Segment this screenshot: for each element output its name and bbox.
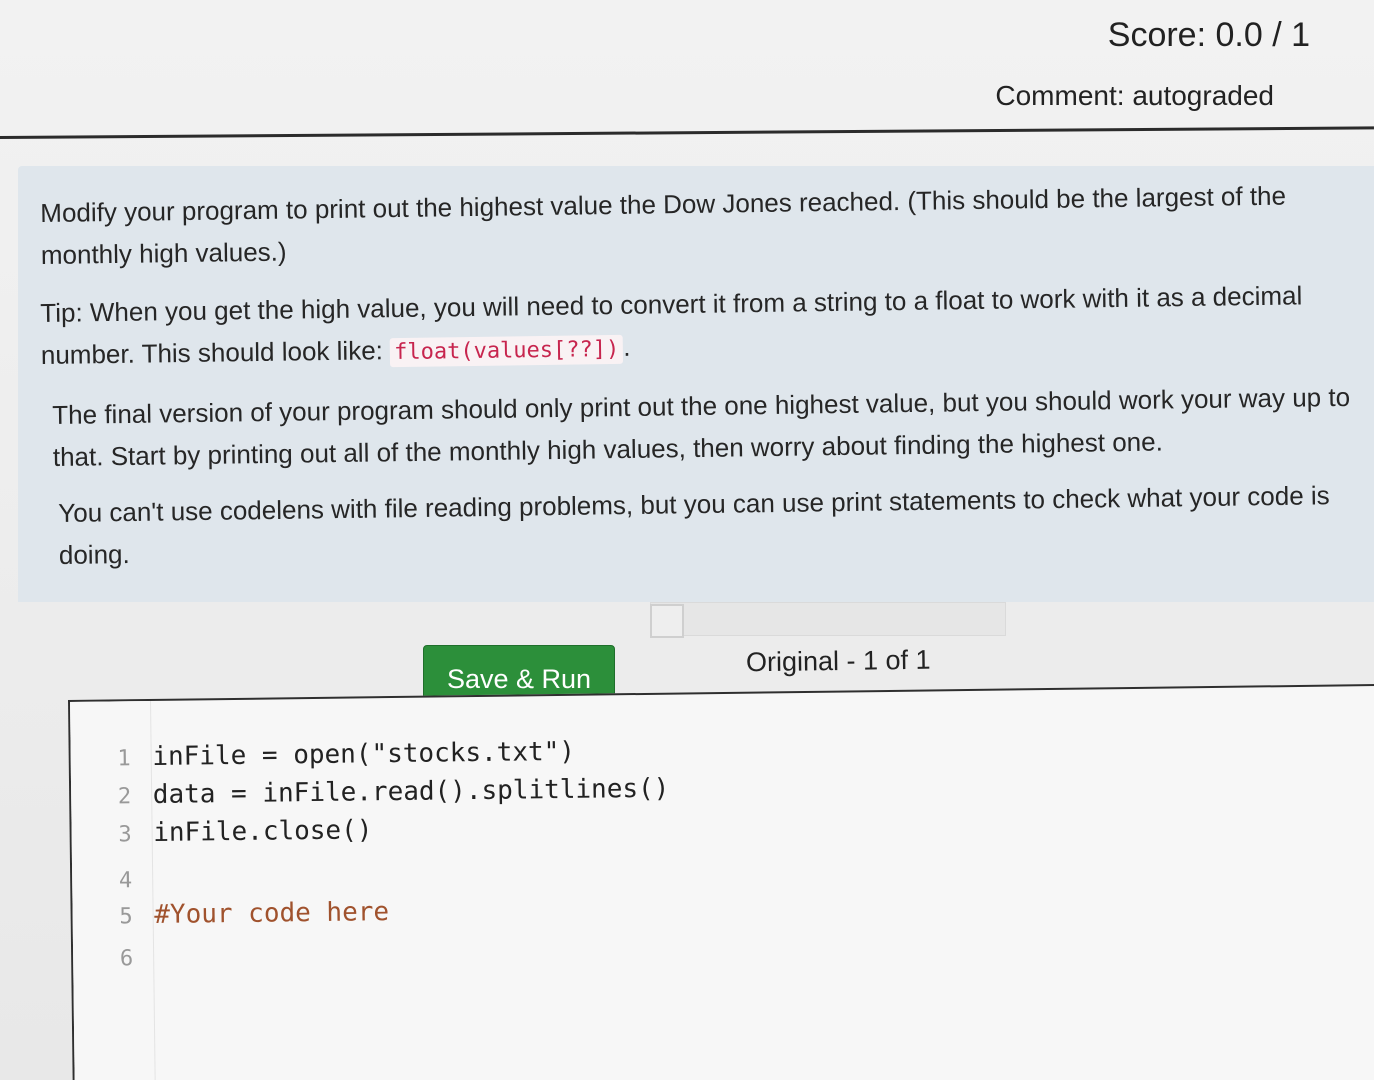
instruction-paragraph-2: Tip: When you get the high value, you wi… xyxy=(40,274,1351,379)
header-divider xyxy=(0,126,1374,139)
inline-code: float(values[??]) xyxy=(389,334,624,368)
code-editor[interactable]: 1 inFile = open("stocks.txt") 2 data = in… xyxy=(68,684,1374,1080)
line-number: 5 xyxy=(119,904,133,930)
code-line[interactable]: 1 inFile = open("stocks.txt") xyxy=(70,734,575,776)
page: Score: 0.0 / 1 Comment: autograded Modif… xyxy=(0,0,1374,1080)
line-number: 4 xyxy=(118,868,133,894)
code-text[interactable]: inFile = open("stocks.txt") xyxy=(137,737,575,772)
tip-period: . xyxy=(623,331,631,362)
instruction-paragraph-4: You can't use codelens with file reading… xyxy=(58,480,1330,570)
history-slider-handle[interactable] xyxy=(650,604,684,638)
tip-text: Tip: When you get the high value, you wi… xyxy=(40,280,1303,370)
code-line[interactable]: 3 inFile.close() xyxy=(71,812,372,852)
code-line[interactable]: 4 xyxy=(72,861,154,898)
code-lines[interactable]: 1 inFile = open("stocks.txt") 2 data = in… xyxy=(70,686,1374,972)
code-text[interactable]: data = inFile.read().splitlines() xyxy=(137,774,670,810)
line-number: 6 xyxy=(119,946,134,972)
code-text[interactable]: #Your code here xyxy=(138,897,389,930)
score-label: Score: 0.0 / 1 xyxy=(1107,16,1310,54)
code-text[interactable] xyxy=(138,864,154,894)
line-number: 1 xyxy=(117,746,131,772)
code-line[interactable]: 2 data = inFile.read().splitlines() xyxy=(71,771,670,814)
comment-label: Comment: autograded xyxy=(995,80,1274,111)
code-line[interactable]: 5 #Your code here xyxy=(72,894,389,934)
instruction-paragraph-3: The final version of your program should… xyxy=(52,381,1351,472)
history-slider[interactable] xyxy=(650,602,1006,636)
line-number: 2 xyxy=(117,784,132,810)
code-line[interactable]: 6 xyxy=(73,939,155,976)
instruction-paragraph-1: Modify your program to print out the hig… xyxy=(40,180,1287,270)
instructions-panel: Modify your program to print out the hig… xyxy=(18,166,1374,602)
line-number: 3 xyxy=(118,822,132,848)
code-text[interactable]: inFile.close() xyxy=(137,815,373,848)
version-label: Original - 1 of 1 xyxy=(745,644,931,678)
code-text[interactable] xyxy=(139,942,155,972)
